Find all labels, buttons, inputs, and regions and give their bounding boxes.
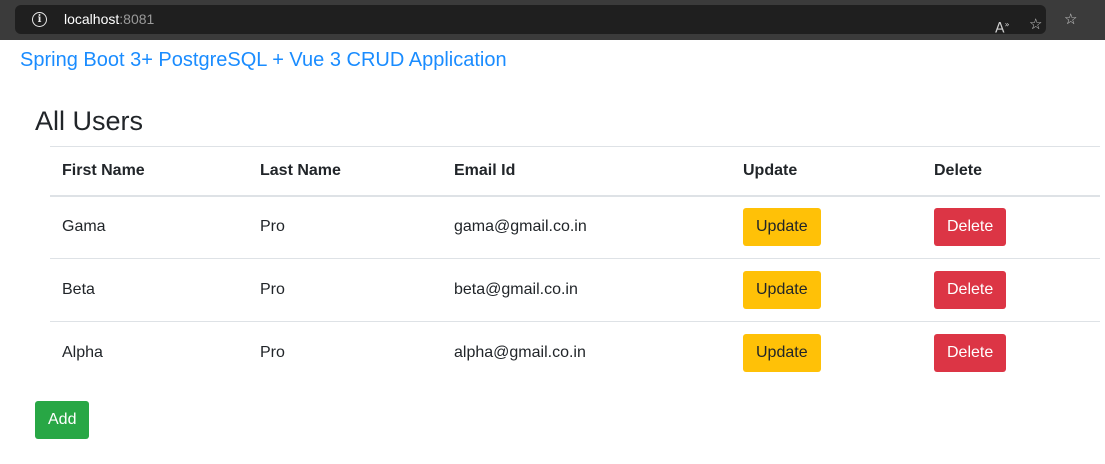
url-host: localhost <box>64 11 120 27</box>
delete-button[interactable]: Delete <box>934 208 1007 247</box>
info-icon[interactable]: i <box>32 12 47 27</box>
first-name-cell: Alpha <box>62 344 103 362</box>
email-cell: gama@gmail.co.in <box>454 218 587 236</box>
column-header-delete: Delete <box>934 161 983 179</box>
last-name-cell: Pro <box>260 281 285 298</box>
table-row: Beta Pro beta@gmail.co.in Update Delete <box>50 259 1100 322</box>
address-bar[interactable]: i localhost:8081 A» ☆ <box>15 5 1046 37</box>
brand-link[interactable]: Spring Boot 3+ PostgreSQL + Vue 3 CRUD A… <box>20 49 507 72</box>
table-row: Alpha Pro alpha@gmail.co.in Update Delet… <box>50 322 1100 385</box>
delete-button[interactable]: Delete <box>934 271 1007 309</box>
column-header-last-name: Last Name <box>260 161 341 179</box>
add-favorite-icon[interactable]: ☆ <box>1029 14 1042 34</box>
first-name-cell: Beta <box>62 281 95 298</box>
column-header-first-name: First Name <box>62 161 145 179</box>
column-header-email: Email Id <box>454 161 516 179</box>
page-title: All Users <box>35 106 144 136</box>
add-button[interactable]: Add <box>35 401 90 439</box>
users-table: First Name Last Name Email Id Update Del… <box>50 146 1100 385</box>
table-header-row: First Name Last Name Email Id Update Del… <box>50 146 1100 196</box>
update-button[interactable]: Update <box>743 271 821 309</box>
table-row: Gama Pro gama@gmail.co.in Update Delete <box>50 196 1100 259</box>
favorites-icon[interactable]: ☆ <box>1064 9 1077 29</box>
email-cell: beta@gmail.co.in <box>454 281 578 298</box>
last-name-cell: Pro <box>260 218 285 236</box>
update-cell: Update <box>731 259 922 322</box>
last-name-cell: Pro <box>260 344 285 362</box>
delete-cell: Delete <box>922 259 1100 322</box>
update-button[interactable]: Update <box>743 334 821 373</box>
first-name-cell: Gama <box>62 218 106 236</box>
column-header-update: Update <box>743 161 798 179</box>
delete-cell: Delete <box>922 322 1100 385</box>
browser-toolbar: i localhost:8081 A» ☆ ☆ <box>0 0 1105 40</box>
address-url: localhost:8081 <box>64 11 154 27</box>
email-cell: alpha@gmail.co.in <box>454 344 586 362</box>
delete-cell: Delete <box>922 196 1100 259</box>
delete-button[interactable]: Delete <box>934 334 1007 373</box>
url-port: :8081 <box>119 11 155 27</box>
update-cell: Update <box>731 196 922 259</box>
update-button[interactable]: Update <box>743 208 821 247</box>
read-aloud-icon[interactable]: A» <box>995 15 1009 39</box>
update-cell: Update <box>731 322 922 385</box>
